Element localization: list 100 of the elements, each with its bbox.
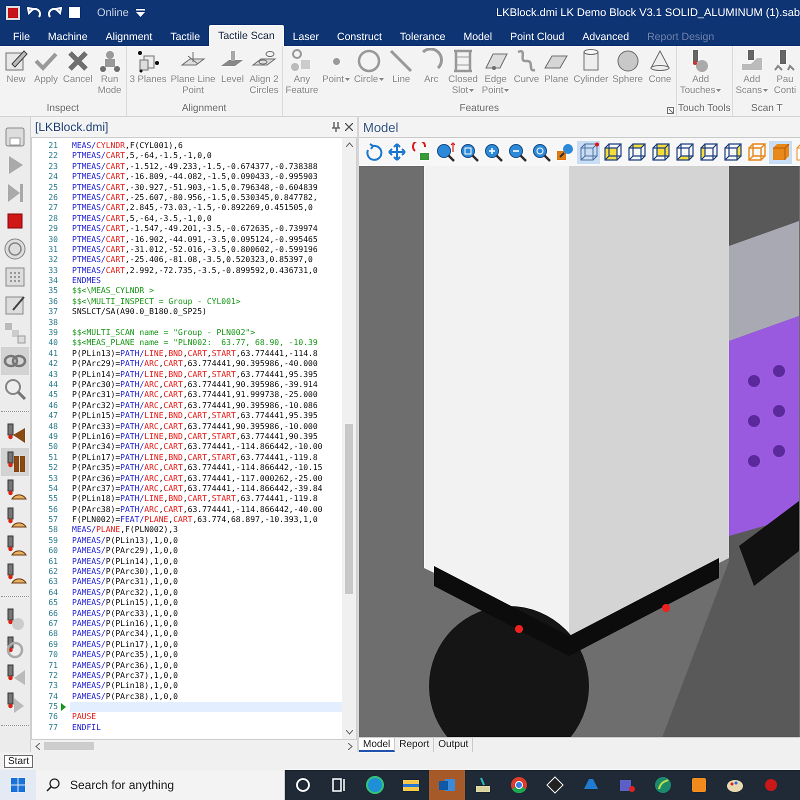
windows-icon: [11, 778, 25, 792]
line-number: 34: [47, 276, 58, 286]
ribbon-button[interactable]: Align 2 Circles: [247, 48, 281, 103]
scroll-down-icon[interactable]: [346, 730, 352, 735]
ribbon-button[interactable]: Closed Slot: [446, 48, 480, 103]
scroll-right-icon[interactable]: [348, 742, 353, 750]
tooltip: Start: [4, 754, 34, 768]
ribbon-tab[interactable]: Laser: [284, 27, 328, 46]
code-line: MEAS/PLANE,F(PLN002),3: [71, 525, 179, 536]
ribbon-tab[interactable]: Tactile Scan: [209, 25, 284, 46]
ribbon-button[interactable]: Run Mode: [94, 48, 125, 103]
blocks-icon: [3, 321, 27, 345]
ribbon-button[interactable]: Edge Point: [480, 48, 512, 103]
line-number: 29: [47, 224, 58, 235]
line-number: 44: [47, 380, 58, 390]
scroll-left-icon[interactable]: [35, 742, 40, 750]
ribbon-button[interactable]: New: [1, 48, 31, 103]
code-line: PAMEAS/P(PLin18),1,0,0: [71, 681, 179, 692]
code-line: PAMEAS/P(PArc31),1,0,0: [71, 577, 179, 588]
ribbon-button[interactable]: Sphere: [610, 48, 645, 103]
line-number: 48: [47, 422, 58, 432]
ribbon-tab[interactable]: File: [4, 27, 39, 46]
close-icon[interactable]: [345, 123, 353, 131]
undo-icon[interactable]: [27, 6, 41, 18]
ribbon-button[interactable]: Any Feature: [284, 48, 320, 103]
ribbon-tab[interactable]: Tactile: [161, 27, 210, 46]
line-number: 63: [47, 577, 58, 588]
ribbon-button[interactable]: Apply: [31, 48, 61, 103]
ribbon-button[interactable]: Cancel: [61, 48, 95, 103]
ribbon-button[interactable]: Add Touches: [678, 48, 724, 103]
code-line: PTMEAS/CART,5,-64,-3.5,-1,0,0: [71, 214, 213, 224]
scroll-up-icon[interactable]: [346, 142, 352, 147]
line-number: 57: [47, 515, 58, 526]
code-line: PTMEAS/CART,2.845,-73.03,-1.5,-0.892269,0.451505,0: [71, 203, 314, 214]
dialog-launcher-icon[interactable]: [666, 107, 674, 114]
line-number: 25: [47, 182, 58, 193]
code-line: PTMEAS/CART,5,-64,-1.5,-1,0,0: [71, 151, 213, 162]
line-number: 72: [47, 670, 58, 682]
ribbon-button[interactable]: Line: [386, 48, 416, 103]
code-line: MEAS/CYLNDR,F(CYL001),6: [71, 141, 184, 152]
code-line: ENDMES: [71, 276, 102, 286]
line-number: 35: [47, 286, 58, 297]
ribbon-tab[interactable]: Construct: [328, 27, 391, 46]
ribbon-tab[interactable]: Point Cloud: [501, 27, 574, 46]
ribbon-button[interactable]: Pau Conti: [770, 48, 800, 103]
line-number: 41: [47, 348, 58, 360]
code-line: P(PArc34)=PATH/ARC,CART,63.774441,-114.866442,-10.00: [71, 442, 324, 453]
code-line: PAMEAS/P(PLin17),1,0,0: [71, 640, 179, 650]
ribbon-tab[interactable]: Tolerance: [390, 27, 454, 46]
ribbon-button[interactable]: Circle: [352, 48, 386, 103]
ribbon-button[interactable]: Cylinder: [571, 48, 610, 103]
ribbon-button[interactable]: Cone: [644, 48, 675, 103]
line-number: 42: [47, 359, 58, 370]
line-number: 73: [47, 681, 58, 692]
code-line: P(PArc35)=PATH/ARC,CART,63.774441,-114.866442,-10.15: [71, 463, 324, 474]
diamond-icon: [545, 775, 565, 795]
ribbon-tab[interactable]: Machine: [38, 27, 97, 46]
line-number: 59: [47, 536, 58, 546]
ribbon-button[interactable]: Add Scans: [734, 48, 770, 103]
code-line: SNSLCT/SA(A90.0_B180.0_SP25): [71, 307, 208, 318]
code-line: $$<MULTI_SCAN name = "Group - PLN002">: [71, 328, 256, 338]
zoom-icon: [530, 142, 550, 162]
zoom-out-icon: [506, 142, 526, 162]
ribbon-button[interactable]: Point: [320, 48, 352, 103]
line-number: 75: [47, 702, 58, 713]
code-line: PTMEAS/CART,-1.547,-49.201,-3.5,-0.672635,-0.739974: [71, 224, 319, 235]
toolbar-button[interactable]: [1, 448, 29, 476]
line-number: 65: [47, 598, 58, 609]
ribbon-tab[interactable]: Model: [454, 27, 502, 46]
line-number: 67: [47, 618, 58, 630]
code-line: PAMEAS/P(PArc35),1,0,0: [71, 650, 179, 661]
search-field[interactable]: Search for anything: [36, 770, 285, 800]
zoom-icon: [434, 142, 454, 162]
connection-status: Online: [97, 6, 129, 18]
search-icon: [46, 778, 60, 792]
ribbon-button[interactable]: Plane: [541, 48, 572, 103]
ribbon-button[interactable]: Plane Line Point: [168, 48, 218, 103]
line-number: 27: [47, 203, 58, 214]
redo-icon[interactable]: [48, 6, 62, 18]
code-line: P(PLin15)=PATH/LINE,BND,CART,START,63.774441,95.395: [71, 411, 319, 422]
panel-title: Model: [363, 120, 400, 134]
start-button[interactable]: [0, 770, 36, 800]
dropdown-caret-icon[interactable]: [136, 8, 145, 16]
code-line: PAMEAS/P(PArc38),1,0,0: [71, 692, 179, 702]
code-line: PTMEAS/CART,-1.512,-49.233,-1.5,-0.674377,-0.738388: [71, 162, 319, 172]
ribbon-button[interactable]: Arc: [416, 48, 446, 103]
line-number: 47: [47, 411, 58, 422]
ribbon-tab[interactable]: Alignment: [96, 27, 162, 46]
ribbon-tab[interactable]: Advanced: [573, 27, 638, 46]
ribbon-button[interactable]: 3 Planes: [128, 48, 169, 103]
code-line: P(PLin16)=PATH/LINE,BND,CART,START,63.774441,90.395: [71, 432, 319, 442]
ribbon-button[interactable]: Level: [217, 48, 248, 103]
pin-icon[interactable]: [332, 122, 340, 132]
scrollbar-thumb[interactable]: [44, 742, 94, 750]
ribbon-button[interactable]: Curve: [511, 48, 542, 103]
view-tab[interactable]: Model: [359, 738, 396, 752]
scrollbar-thumb[interactable]: [345, 424, 353, 594]
line-number: 31: [47, 244, 58, 256]
code-line: $$<\MULTI_INSPECT = Group - CYL001>: [71, 296, 242, 308]
code-line: PAMEAS/P(PArc33),1,0,0: [71, 608, 179, 619]
